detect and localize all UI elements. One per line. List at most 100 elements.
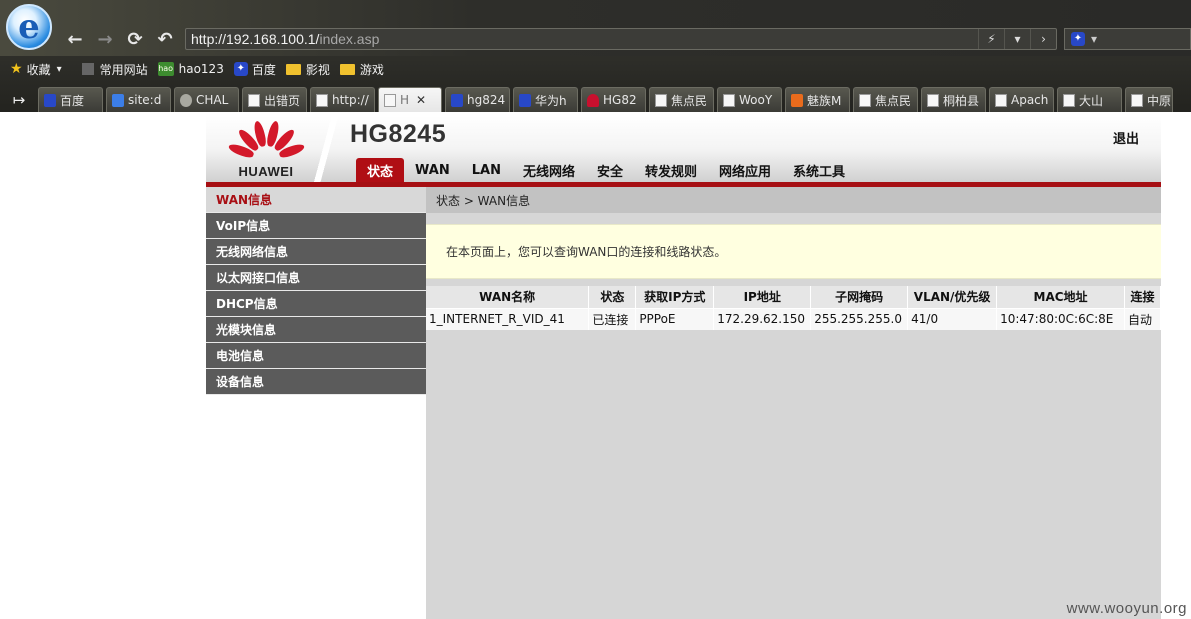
sidebar-item-dhcp-info[interactable]: DHCP信息 [206,291,426,317]
sidebar-item-optical-module-info[interactable]: 光模块信息 [206,317,426,343]
cell-wan-name: 1_INTERNET_R_VID_41 [426,307,590,330]
tab-item[interactable]: 中原 [1125,87,1173,112]
chevron-down-icon[interactable]: ▾ [1091,32,1097,46]
bookmark-label: 百度 [251,62,276,77]
tab-label: 桐柏县 [943,93,980,108]
url-host: http://192.168.100.1/ [191,31,320,47]
tab-label: 华为h [535,93,567,108]
page-icon [384,93,396,107]
meizu-icon [791,93,803,107]
close-icon[interactable]: ✕ [416,93,426,107]
cell-status: 已连接 [588,307,637,330]
forward-icon[interactable]: → [94,28,116,50]
browser-logo-icon[interactable]: e [6,4,52,50]
tab-item[interactable]: 华为h [513,87,578,112]
bookmark-baidu[interactable]: ✦ 百度 [233,58,276,80]
baidu-paw-icon: ✦ [233,62,248,76]
undo-icon[interactable]: ↶ [154,28,176,50]
nav-security[interactable]: 安全 [586,158,634,182]
bookmark-label: 收藏 [26,62,51,77]
nav-status[interactable]: 状态 [356,158,405,182]
bookmark-favorites[interactable]: ★ 收藏 ▾ [10,58,62,80]
nav-lan[interactable]: LAN [461,158,512,182]
device-model: HG8245 [350,120,447,148]
page-icon [655,93,667,107]
baidu-paw-icon [44,93,56,107]
go-icon[interactable]: › [1030,29,1056,49]
tab-item[interactable]: HG82 [581,87,646,112]
tab-sidebar-toggle-icon[interactable]: ↦ [0,87,38,112]
tab-item[interactable]: Apach [989,87,1054,112]
tab-label: 魅族M [807,93,842,108]
tab-item[interactable]: 魅族M [785,87,850,112]
router-header: HUAWEI HG8245 退出 状态 WAN LAN 无线网络 安全 转发规则… [206,116,1161,182]
page-icon [927,93,939,107]
url-path: index.asp [319,31,380,47]
nav-system-tools[interactable]: 系统工具 [782,158,856,182]
address-bar[interactable]: http://192.168.100.1/index.asp ⚡ ▾ › [185,28,1057,50]
nav-forwarding[interactable]: 转发规则 [634,158,708,182]
refresh-icon[interactable]: ⟳ [124,28,146,50]
sidebar-item-wireless-info[interactable]: 无线网络信息 [206,239,426,265]
bookmark-hao123[interactable]: hao hao123 [157,58,224,80]
bookmark-common-sites[interactable]: 常用网站 [81,58,148,80]
tab-label: CHAL [196,93,229,107]
page-icon [995,93,1007,107]
bookmark-label: 常用网站 [99,62,148,77]
column-header: WAN名称 [426,286,590,308]
tab-item[interactable]: site:d [106,87,171,112]
tab-label: Apach [1011,93,1049,107]
tab-label: 出错页 [264,93,301,108]
bookmark-video-folder[interactable]: 影视 [285,58,330,80]
sidebar-item-device-info[interactable]: 设备信息 [206,369,426,395]
cell-connection: 自动 [1124,307,1161,330]
cell-ip-method: PPPoE [635,307,715,330]
column-header: VLAN/优先级 [907,286,998,308]
tab-item[interactable]: 出错页 [242,87,307,112]
sidebar-item-battery-info[interactable]: 电池信息 [206,343,426,369]
nav-network-apps[interactable]: 网络应用 [708,158,782,182]
logout-link[interactable]: 退出 [1113,128,1139,147]
tab-item[interactable]: hg824 [445,87,510,112]
tab-item[interactable]: 百度 [38,87,103,112]
bookmark-games-folder[interactable]: 游戏 [339,58,384,80]
back-icon[interactable]: ← [64,28,86,50]
huawei-icon [587,93,599,107]
column-header: IP地址 [713,286,812,308]
tab-label: 焦点民 [671,93,708,108]
tab-item[interactable]: WooY [717,87,782,112]
tab-item[interactable]: 焦点民 [649,87,714,112]
tab-item[interactable]: http:// [310,87,375,112]
browser-chrome: e ← → ⟳ ↶ http://192.168.100.1/index.asp… [0,0,1191,112]
brand-name: HUAWEI [238,164,294,179]
tab-item[interactable]: 焦点民 [853,87,918,112]
bookmarks-bar: ★ 收藏 ▾ 常用网站 hao hao123 ✦ 百度 影视 游戏 [0,58,1191,80]
column-header: 获取IP方式 [635,286,715,308]
tab-item-active[interactable]: H ✕ [378,87,442,112]
dropdown-icon[interactable]: ▾ [1004,29,1030,49]
page-icon [316,93,328,107]
sidebar-item-wan-info[interactable]: WAN信息 [206,187,426,213]
sidebar-item-voip-info[interactable]: VoIP信息 [206,213,426,239]
bookmark-label: 影视 [305,62,330,77]
main-content: 状态 > WAN信息 在本页面上，您可以查询WAN口的连接和线路状态。 WAN名… [426,187,1161,619]
tab-label: http:// [332,93,369,107]
tab-item[interactable]: CHAL [174,87,239,112]
breadcrumb: 状态 > WAN信息 [426,187,1161,213]
tab-item[interactable]: 桐柏县 [921,87,986,112]
nav-wan[interactable]: WAN [404,158,461,182]
baidu-paw-icon [451,93,463,107]
tab-label: H [400,93,410,107]
nav-wireless[interactable]: 无线网络 [512,158,586,182]
table-header-row: WAN名称 状态 获取IP方式 IP地址 子网掩码 VLAN/优先级 MAC地址… [426,286,1161,308]
lightning-icon[interactable]: ⚡ [978,29,1004,49]
page-icon [1063,93,1075,107]
sidebar-item-ethernet-info[interactable]: 以太网接口信息 [206,265,426,291]
search-engine-box[interactable]: ✦ ▾ [1064,28,1191,50]
tab-item[interactable]: 大山 [1057,87,1122,112]
page-icon [859,93,871,107]
table-row: 1_INTERNET_R_VID_41 已连接 PPPoE 172.29.62.… [426,307,1161,330]
cell-vlan-priority: 41/0 [907,307,998,330]
google-icon [112,93,124,107]
baidu-paw-icon [519,93,531,107]
